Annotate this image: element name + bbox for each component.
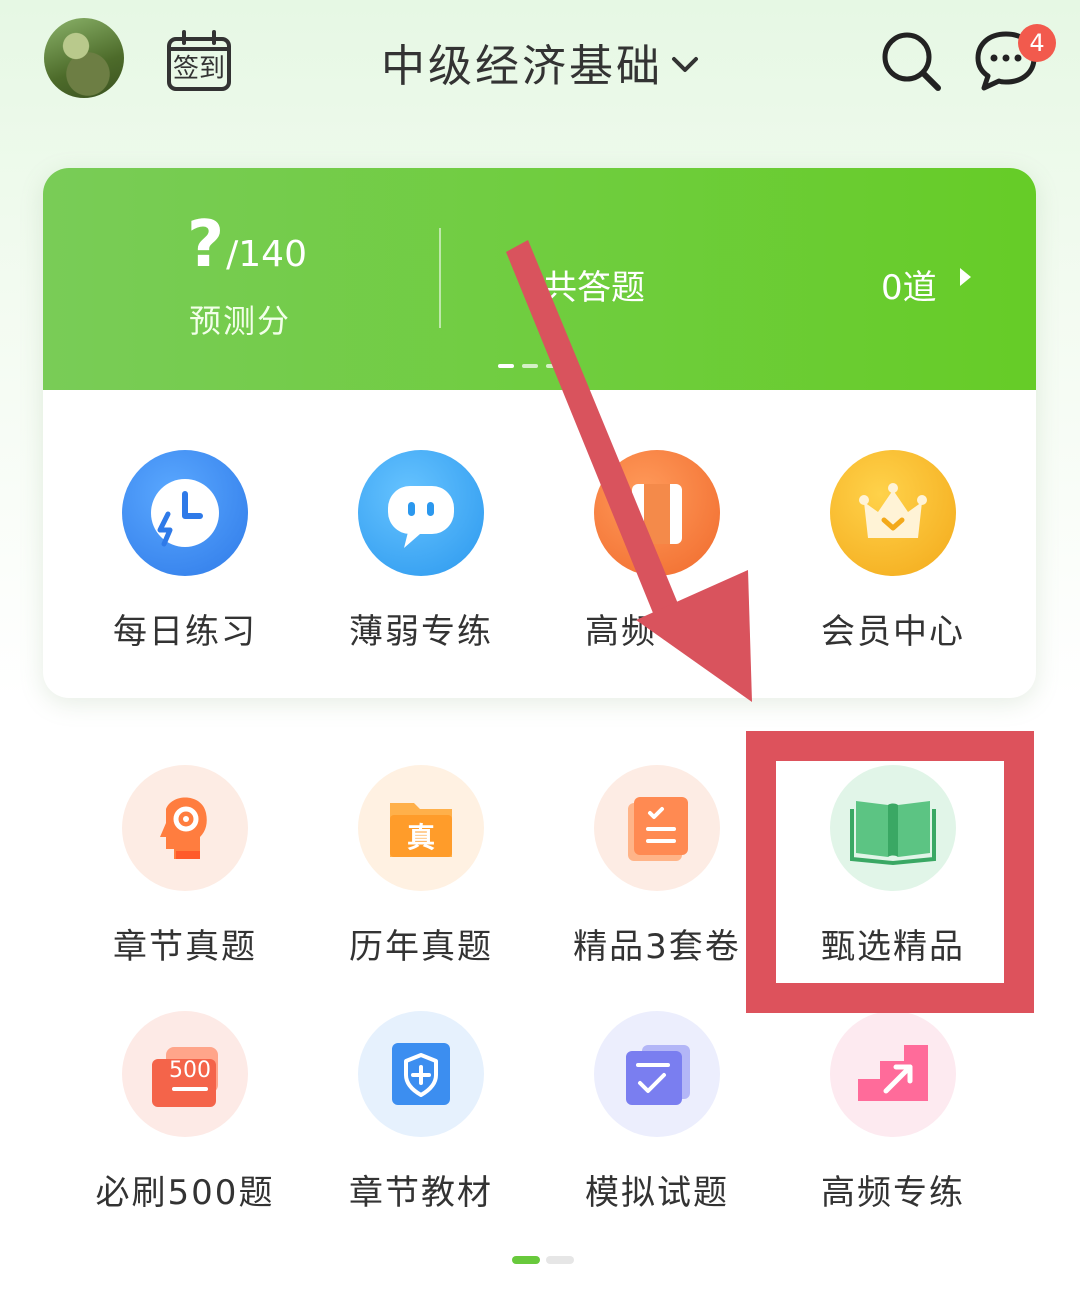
signin-button[interactable]: 签到 (166, 30, 232, 92)
shield-plus-icon (358, 1011, 484, 1137)
signin-label: 签到 (172, 54, 225, 84)
clock-lightning-icon (122, 450, 248, 576)
feature-daily-practice[interactable]: 每日练习 (67, 450, 303, 653)
grid-chapter-textbook[interactable]: 章节教材 (303, 1011, 539, 1214)
grid-mock-exams[interactable]: 模拟试题 (539, 1011, 775, 1214)
feature-high-frequency[interactable]: 高频考点 (539, 450, 775, 653)
grid-past-exams[interactable]: 真 历年真题 (303, 765, 539, 968)
check-scroll-icon (594, 1011, 720, 1137)
feature-weak-practice[interactable]: 薄弱专练 (303, 450, 539, 653)
avatar[interactable] (44, 18, 124, 98)
scroll-500-icon: 500 (122, 1011, 248, 1137)
score-value: ? (187, 208, 225, 282)
search-icon[interactable] (878, 28, 944, 94)
head-gear-icon (122, 765, 248, 891)
checklist-doc-icon (594, 765, 720, 891)
grid-pager (512, 1256, 574, 1264)
score-label: 预测分 (189, 302, 292, 340)
answered-count: 0道 (881, 268, 937, 308)
highlight-box (746, 731, 1034, 1013)
message-badge: 4 (1018, 24, 1056, 62)
grid-label: 历年真题 (349, 927, 493, 967)
subject-selector[interactable]: 中级经济基础 (360, 30, 720, 94)
stairs-arrow-icon (830, 1011, 956, 1137)
banner-pager (498, 364, 562, 368)
feature-member-center[interactable]: 会员中心 (775, 450, 1011, 653)
feature-label: 每日练习 (113, 612, 257, 652)
grid-chapter-real-questions[interactable]: 章节真题 (67, 765, 303, 968)
grid-label: 章节教材 (349, 1173, 493, 1213)
feature-label: 薄弱专练 (349, 612, 493, 652)
grid-label: 必刷500题 (95, 1173, 275, 1213)
page-title: 中级经济基础 (381, 41, 663, 92)
feature-label: 会员中心 (821, 612, 965, 652)
folder-zhen-icon: 真 (358, 765, 484, 891)
grid-label: 模拟试题 (585, 1173, 729, 1213)
answered-label: 共答题 (543, 268, 645, 308)
grid-label: 精品3套卷 (573, 927, 741, 967)
grid-three-papers[interactable]: 精品3套卷 (539, 765, 775, 968)
predicted-score: ? /140 (187, 213, 307, 277)
five-hundred-glyph: 500 (169, 1058, 211, 1083)
stats-banner[interactable]: ? /140 预测分 共答题 0道 (43, 168, 1036, 390)
practice-card: ? /140 预测分 共答题 0道 每日练习 薄弱专练 高频考点 会员中心 (43, 168, 1036, 698)
score-total: /140 (226, 234, 307, 275)
feature-label: 高频考点 (585, 612, 729, 652)
crown-icon (830, 450, 956, 576)
grid-label: 高频专练 (821, 1173, 965, 1213)
chevron-down-icon (672, 57, 698, 72)
bookmark-icon (594, 450, 720, 576)
zhen-glyph: 真 (407, 821, 435, 854)
divider (439, 228, 441, 328)
chat-face-icon (358, 450, 484, 576)
grid-must-do-500[interactable]: 500 必刷500题 (67, 1011, 303, 1214)
grid-label: 章节真题 (113, 927, 257, 967)
grid-high-freq-practice[interactable]: 高频专练 (775, 1011, 1011, 1214)
caret-right-icon (960, 268, 971, 286)
